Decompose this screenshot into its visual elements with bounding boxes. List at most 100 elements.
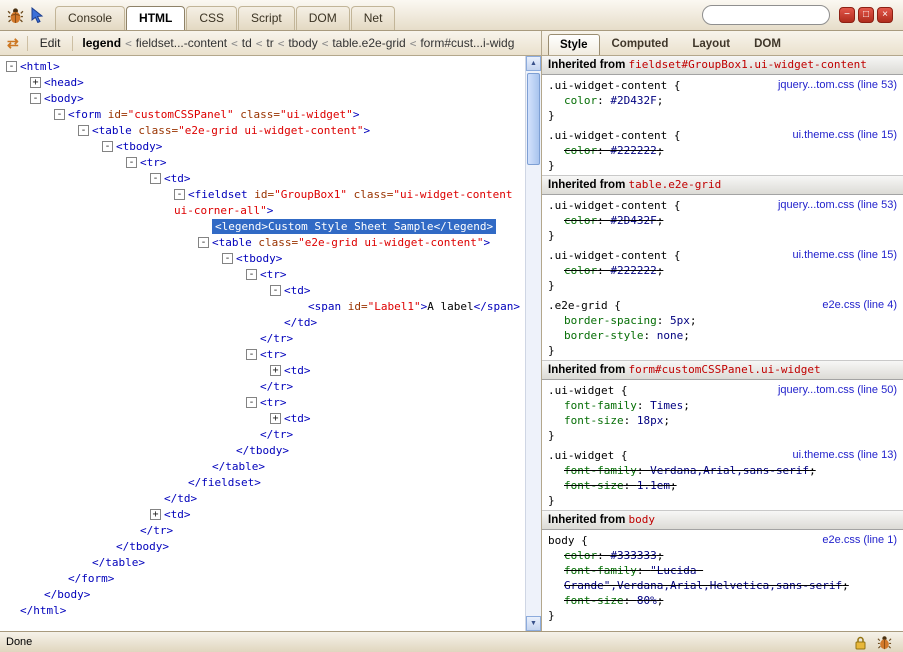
tree-node[interactable]: -<tbody> (2, 251, 523, 267)
css-property[interactable]: color: #222222; (548, 143, 897, 158)
css-property[interactable]: color: #333333; (548, 548, 897, 563)
stylesheet-link[interactable]: jquery...tom.css (line 53) (778, 198, 897, 213)
breadcrumb-item[interactable]: legend (78, 34, 125, 52)
firebug-status-icon[interactable] (877, 635, 892, 650)
tree-node[interactable]: -<table class="e2e-grid ui-widget-conten… (2, 235, 523, 251)
tree-node[interactable]: </table> (2, 555, 523, 571)
breadcrumb-item[interactable]: table.e2e-grid (328, 34, 409, 52)
tree-node[interactable]: -<fieldset id="GroupBox1" class="ui-widg… (2, 187, 523, 219)
inspect-icon[interactable] (30, 7, 44, 23)
css-property[interactable]: font-family: "Lucida Grande",Verdana,Ari… (548, 563, 897, 593)
tree-node[interactable]: </html> (2, 603, 523, 619)
collapse-icon[interactable]: - (270, 285, 281, 296)
tab-net[interactable]: Net (351, 6, 396, 30)
tree-node[interactable]: </td> (2, 315, 523, 331)
tree-node[interactable]: -<body> (2, 91, 523, 107)
stylesheet-link[interactable]: e2e.css (line 4) (822, 298, 897, 313)
breadcrumb-item[interactable]: fieldset...-content (132, 34, 231, 52)
css-property[interactable]: color: #2D432F; (548, 93, 897, 108)
search-input[interactable] (702, 5, 830, 25)
scroll-down-icon[interactable]: ▼ (526, 616, 541, 631)
lock-icon[interactable] (854, 635, 867, 650)
tree-node[interactable]: -<html> (2, 59, 523, 75)
expand-icon[interactable]: + (270, 413, 281, 424)
detach-button[interactable]: □ (858, 7, 874, 23)
tab-script[interactable]: Script (238, 6, 295, 30)
collapse-icon[interactable]: - (126, 157, 137, 168)
collapse-icon[interactable]: - (54, 109, 65, 120)
tree-node[interactable]: <span id="Label1">A label</span> (2, 299, 523, 315)
minimize-button[interactable]: − (839, 7, 855, 23)
tree-node[interactable]: +<td> (2, 411, 523, 427)
collapse-icon[interactable]: - (246, 397, 257, 408)
stylesheet-link[interactable]: jquery...tom.css (line 53) (778, 78, 897, 93)
breadcrumb-item[interactable]: td (238, 34, 256, 52)
tree-node[interactable]: </tr> (2, 427, 523, 443)
tab-computed[interactable]: Computed (600, 33, 681, 55)
collapse-icon[interactable]: - (30, 93, 41, 104)
tree-node[interactable]: +<td> (2, 363, 523, 379)
tab-dom[interactable]: DOM (742, 33, 793, 55)
element-reference[interactable]: form#customCSSPanel.ui-widget (629, 363, 821, 376)
css-property[interactable]: font-family: Times; (548, 398, 897, 413)
collapse-icon[interactable]: - (198, 237, 209, 248)
tab-layout[interactable]: Layout (680, 33, 742, 55)
tab-console[interactable]: Console (55, 6, 125, 30)
scrollbar-thumb[interactable] (527, 73, 540, 165)
css-property[interactable]: font-family: Verdana,Arial,sans-serif; (548, 463, 897, 478)
tree-node[interactable]: -<td> (2, 171, 523, 187)
tree-node[interactable]: +<td> (2, 507, 523, 523)
collapse-icon[interactable]: - (78, 125, 89, 136)
tab-dom[interactable]: DOM (296, 6, 350, 30)
tree-node[interactable]: </table> (2, 459, 523, 475)
tree-node[interactable]: -<tbody> (2, 139, 523, 155)
tab-html[interactable]: HTML (126, 6, 185, 30)
tree-node[interactable]: </td> (2, 491, 523, 507)
breadcrumb-item[interactable]: tbody (284, 34, 321, 52)
tab-css[interactable]: CSS (186, 6, 237, 30)
tree-node[interactable]: -<tr> (2, 347, 523, 363)
stylesheet-link[interactable]: e2e.css (line 1) (822, 533, 897, 548)
tree-node[interactable]: </tbody> (2, 443, 523, 459)
css-property[interactable]: font-size: 1.1em; (548, 478, 897, 493)
css-property[interactable]: border-spacing: 5px; (548, 313, 897, 328)
firebug-icon[interactable] (7, 7, 24, 24)
collapse-icon[interactable]: - (102, 141, 113, 152)
tree-node[interactable]: -<tr> (2, 395, 523, 411)
css-property[interactable]: color: #2D432F; (548, 213, 897, 228)
collapse-icon[interactable]: - (246, 349, 257, 360)
tree-node[interactable]: -<table class="e2e-grid ui-widget-conten… (2, 123, 523, 139)
stylesheet-link[interactable]: ui.theme.css (line 15) (792, 248, 897, 263)
collapse-icon[interactable]: - (246, 269, 257, 280)
stylesheet-link[interactable]: ui.theme.css (line 15) (792, 128, 897, 143)
tree-node[interactable]: -<tr> (2, 267, 523, 283)
expand-icon[interactable]: + (150, 509, 161, 520)
stylesheet-link[interactable]: ui.theme.css (line 13) (792, 448, 897, 463)
expand-icon[interactable]: + (270, 365, 281, 376)
tree-node[interactable]: </tr> (2, 523, 523, 539)
tree-node[interactable]: </body> (2, 587, 523, 603)
tree-node[interactable]: </tr> (2, 379, 523, 395)
element-reference[interactable]: fieldset#GroupBox1.ui-widget-content (629, 58, 867, 71)
collapse-icon[interactable]: - (6, 61, 17, 72)
collapse-icon[interactable]: - (222, 253, 233, 264)
collapse-icon[interactable]: - (150, 173, 161, 184)
css-property[interactable]: font-size: 80%; (548, 593, 897, 608)
element-reference[interactable]: table.e2e-grid (629, 178, 722, 191)
tree-node[interactable]: </form> (2, 571, 523, 587)
css-property[interactable]: font-size: 18px; (548, 413, 897, 428)
tab-style[interactable]: Style (548, 34, 600, 55)
tree-node[interactable]: -<tr> (2, 155, 523, 171)
stylesheet-link[interactable]: jquery...tom.css (line 50) (778, 383, 897, 398)
vertical-scrollbar[interactable]: ▲ ▼ (525, 56, 541, 631)
breadcrumb-item[interactable]: tr (262, 34, 277, 52)
tree-node[interactable]: </tbody> (2, 539, 523, 555)
tree-node[interactable]: -<td> (2, 283, 523, 299)
tree-node[interactable]: </tr> (2, 331, 523, 347)
breadcrumb-item[interactable]: form#cust...i-widg (416, 34, 518, 52)
scroll-up-icon[interactable]: ▲ (526, 56, 541, 71)
tree-node[interactable]: +<head> (2, 75, 523, 91)
edit-button[interactable]: Edit (33, 34, 68, 52)
collapse-icon[interactable]: - (174, 189, 185, 200)
expand-icon[interactable]: + (30, 77, 41, 88)
